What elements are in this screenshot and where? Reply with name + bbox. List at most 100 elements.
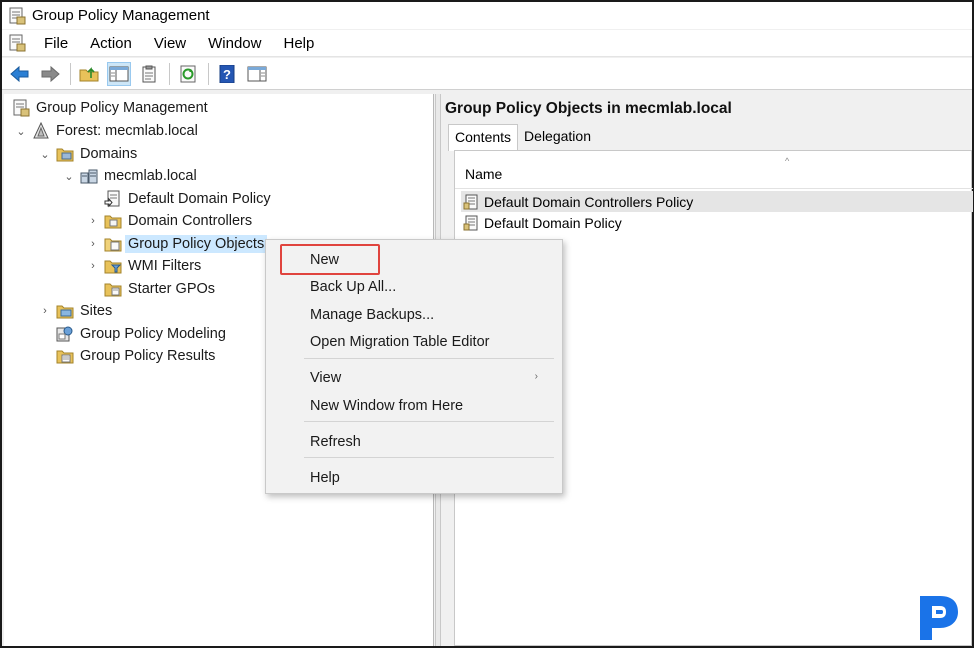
tree-label: Group Policy Objects (125, 235, 268, 253)
tree-label: mecmlab.local (104, 168, 197, 184)
context-menu-separator (304, 421, 554, 422)
forward-arrow-icon (41, 65, 60, 82)
ou-folder-icon (104, 215, 122, 229)
domain-icon (80, 169, 98, 184)
gpo-icon (463, 194, 478, 209)
menu-view[interactable]: View (146, 35, 194, 52)
gpo-folder-icon (104, 238, 122, 252)
sort-ascending-icon: ^ (785, 156, 790, 166)
refresh-button[interactable] (176, 62, 200, 86)
gpm-app-icon (9, 7, 26, 24)
sites-folder-icon (56, 305, 74, 319)
tree-label: Group Policy Management (36, 100, 208, 116)
watermark-logo-icon (920, 596, 958, 640)
column-header-name[interactable]: Name ^ (455, 156, 973, 189)
help-button[interactable]: ? (215, 62, 239, 86)
menu-file[interactable]: File (36, 35, 76, 52)
tree-item-sites[interactable]: › Sites (38, 300, 112, 322)
menu-window[interactable]: Window (200, 35, 269, 52)
tree-item-root[interactable]: Group Policy Management (12, 97, 208, 119)
context-menu-help[interactable]: Help (310, 466, 340, 490)
chevron-right-icon[interactable]: › (86, 238, 100, 250)
action-pane-icon (247, 66, 267, 81)
tree-label: Forest: mecmlab.local (56, 123, 198, 139)
up-one-level-button[interactable] (77, 62, 101, 86)
tab-contents[interactable]: Contents (448, 124, 519, 151)
list-item-label: Default Domain Controllers Policy (484, 193, 694, 210)
gpo-link-icon (104, 190, 120, 208)
chevron-right-icon[interactable]: › (86, 260, 100, 272)
tree-label: Group Policy Modeling (80, 326, 226, 342)
tree-label: Domains (80, 146, 138, 162)
wmi-folder-icon (104, 260, 122, 274)
tree-item-domain[interactable]: ⌄ mecmlab.local (62, 165, 197, 187)
window-title: Group Policy Management (32, 7, 210, 24)
domains-folder-icon (56, 148, 74, 162)
context-menu-separator (304, 358, 554, 359)
list-item[interactable]: Default Domain Controllers Policy (461, 191, 973, 212)
tree-item-domain-controllers[interactable]: › Domain Controllers (86, 210, 252, 232)
back-button[interactable] (8, 62, 32, 86)
tree-label: Domain Controllers (128, 213, 253, 229)
context-menu-view-label: View (310, 370, 342, 386)
action-pane-button[interactable] (245, 62, 269, 86)
modeling-icon (56, 326, 73, 342)
context-menu-manage-backups[interactable]: Manage Backups... (310, 303, 434, 327)
tree-label: WMI Filters (128, 258, 202, 274)
tree-item-results[interactable]: Group Policy Results (56, 345, 215, 367)
toolbar-separator (208, 62, 209, 85)
menu-action[interactable]: Action (82, 35, 140, 52)
forest-icon (33, 122, 49, 139)
context-menu-back-up-all[interactable]: Back Up All... (310, 275, 396, 299)
tree-item-forest[interactable]: ⌄ Forest: mecmlab.local (14, 120, 198, 142)
chevron-down-icon[interactable]: ⌄ (62, 170, 76, 183)
chevron-down-icon[interactable]: ⌄ (38, 148, 52, 161)
context-menu: New Back Up All... Manage Backups... Ope… (265, 239, 563, 494)
console-icon[interactable] (8, 34, 26, 52)
toolbar-separator (169, 62, 170, 85)
submenu-arrow-icon: › (534, 371, 538, 382)
menu-bar: File Action View Window Help (2, 30, 972, 57)
tab-strip: Contents Delegation (448, 124, 597, 151)
context-menu-refresh[interactable]: Refresh (310, 430, 361, 454)
menu-help[interactable]: Help (275, 35, 322, 52)
tree-item-group-policy-objects[interactable]: › Group Policy Objects (86, 233, 268, 255)
chevron-right-icon[interactable]: › (38, 305, 52, 317)
help-icon: ? (219, 64, 235, 83)
forward-button[interactable] (38, 62, 62, 86)
results-icon (56, 350, 74, 364)
context-menu-new-window-from-here[interactable]: New Window from Here (310, 394, 463, 418)
properties-button[interactable] (137, 62, 161, 86)
properties-icon (142, 65, 156, 82)
tree-item-modeling[interactable]: Group Policy Modeling (56, 323, 226, 345)
svg-text:?: ? (223, 67, 231, 82)
tree-item-starter-gpos[interactable]: Starter GPOs (104, 278, 215, 300)
chevron-right-icon[interactable]: › (86, 215, 100, 227)
tree-label: Default Domain Policy (128, 191, 271, 207)
tab-delegation[interactable]: Delegation (518, 124, 597, 149)
app-window: Group Policy Management File Action View… (0, 0, 974, 648)
tree-label: Starter GPOs (128, 281, 216, 297)
gpo-icon (463, 215, 478, 230)
context-menu-view[interactable]: View › (310, 366, 554, 390)
toolbar-separator (70, 62, 71, 85)
tree-item-domains[interactable]: ⌄ Domains (38, 143, 137, 165)
chevron-down-icon[interactable]: ⌄ (14, 125, 28, 138)
refresh-icon (180, 65, 196, 82)
up-folder-icon (79, 66, 99, 81)
gpm-root-icon (13, 99, 30, 117)
show-hide-tree-icon (109, 66, 129, 81)
tree-item-wmi-filters[interactable]: › WMI Filters (86, 255, 201, 277)
details-title: Group Policy Objects in mecmlab.local (445, 100, 732, 117)
starter-gpo-folder-icon (104, 283, 122, 297)
tree-label: Group Policy Results (80, 348, 216, 364)
list-item[interactable]: Default Domain Policy (461, 212, 973, 233)
tree-item-default-domain-policy[interactable]: Default Domain Policy (104, 188, 271, 210)
context-menu-new[interactable]: New (310, 248, 339, 272)
toolbar: ? (2, 58, 972, 90)
back-arrow-icon (10, 65, 29, 82)
tree-label: Sites (80, 303, 113, 319)
show-hide-tree-button[interactable] (107, 61, 131, 86)
context-menu-open-migration-table-editor[interactable]: Open Migration Table Editor (310, 330, 489, 354)
list-item-label: Default Domain Policy (484, 214, 622, 231)
